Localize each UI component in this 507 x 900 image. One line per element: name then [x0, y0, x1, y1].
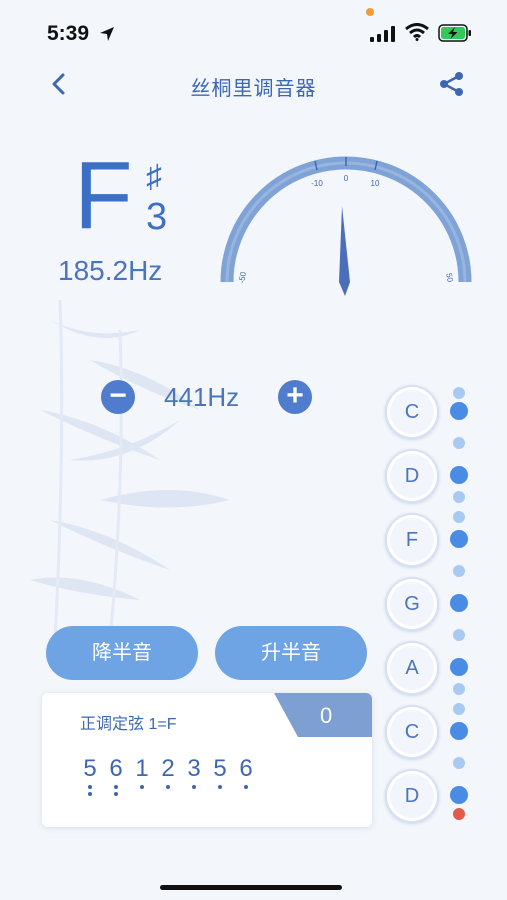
low-octave-dot	[88, 792, 92, 796]
string-peg-3[interactable]: F	[385, 513, 439, 567]
string-peg-5[interactable]: A	[385, 641, 439, 695]
low-octave-dot	[166, 785, 170, 789]
string-indicator-dot	[453, 565, 465, 577]
string-indicator-dot	[450, 786, 468, 804]
string-indicator-dot	[453, 703, 465, 715]
jianpu-note: 1	[135, 755, 149, 782]
string-indicator-dot	[453, 757, 465, 769]
tuning-label: 正调定弦 1=F	[80, 716, 177, 733]
semitone-up-button[interactable]: 升半音	[215, 626, 367, 680]
string-peg-7[interactable]: D	[385, 769, 439, 823]
low-octave-dot	[88, 785, 92, 789]
string-indicator-dot	[450, 466, 468, 484]
decrease-reference-button[interactable]: −	[101, 380, 135, 414]
tuning-meter: -10 0 10 -50 50	[220, 156, 472, 296]
low-octave-dot	[140, 785, 144, 789]
meter-tick-label: -10	[311, 179, 323, 188]
tuning-card: 正调定弦 1=F 0 5 6 1 2 3 5 6	[42, 693, 372, 827]
string-indicator-dot	[450, 722, 468, 740]
low-octave-dot	[218, 785, 222, 789]
string-indicator-dot	[450, 530, 468, 548]
reference-frequency: 441Hz	[164, 382, 240, 412]
string-peg-6[interactable]: C	[385, 705, 439, 759]
string-indicator-dot	[450, 658, 468, 676]
string-indicator-dot	[453, 387, 465, 399]
string-indicator-dot	[453, 491, 465, 503]
low-octave-dot	[192, 785, 196, 789]
string-indicator-dot	[453, 511, 465, 523]
string-indicator-dot	[453, 437, 465, 449]
jianpu-note: 5	[83, 755, 97, 782]
string-peg-1[interactable]: C	[385, 385, 439, 439]
jianpu-note: 5	[213, 755, 227, 782]
semitone-down-button[interactable]: 降半音	[46, 626, 198, 680]
tuning-count: 0	[320, 703, 333, 728]
low-octave-dot	[114, 785, 118, 789]
string-peg-4[interactable]: G	[385, 577, 439, 631]
home-indicator[interactable]	[160, 885, 342, 890]
meter-tick-label: 0	[344, 174, 349, 183]
meter-tick-label: 10	[371, 179, 380, 188]
low-octave-dot	[244, 785, 248, 789]
string-indicator-dot-active	[453, 808, 465, 820]
low-octave-dot	[114, 792, 118, 796]
string-indicator-dot	[450, 594, 468, 612]
jianpu-note: 3	[187, 755, 201, 782]
meter-tick-label: -50	[237, 271, 248, 284]
jianpu-note: 2	[161, 755, 175, 782]
meter-needle	[339, 206, 350, 296]
meter-tick-label: 50	[444, 272, 455, 283]
string-indicator-dot	[453, 629, 465, 641]
increase-reference-button[interactable]: +	[278, 380, 312, 414]
string-indicator-dot	[453, 683, 465, 695]
jianpu-note: 6	[109, 755, 123, 782]
string-peg-2[interactable]: D	[385, 449, 439, 503]
bamboo-decoration	[30, 300, 230, 640]
string-indicator-dot	[450, 402, 468, 420]
jianpu-note: 6	[239, 755, 253, 782]
